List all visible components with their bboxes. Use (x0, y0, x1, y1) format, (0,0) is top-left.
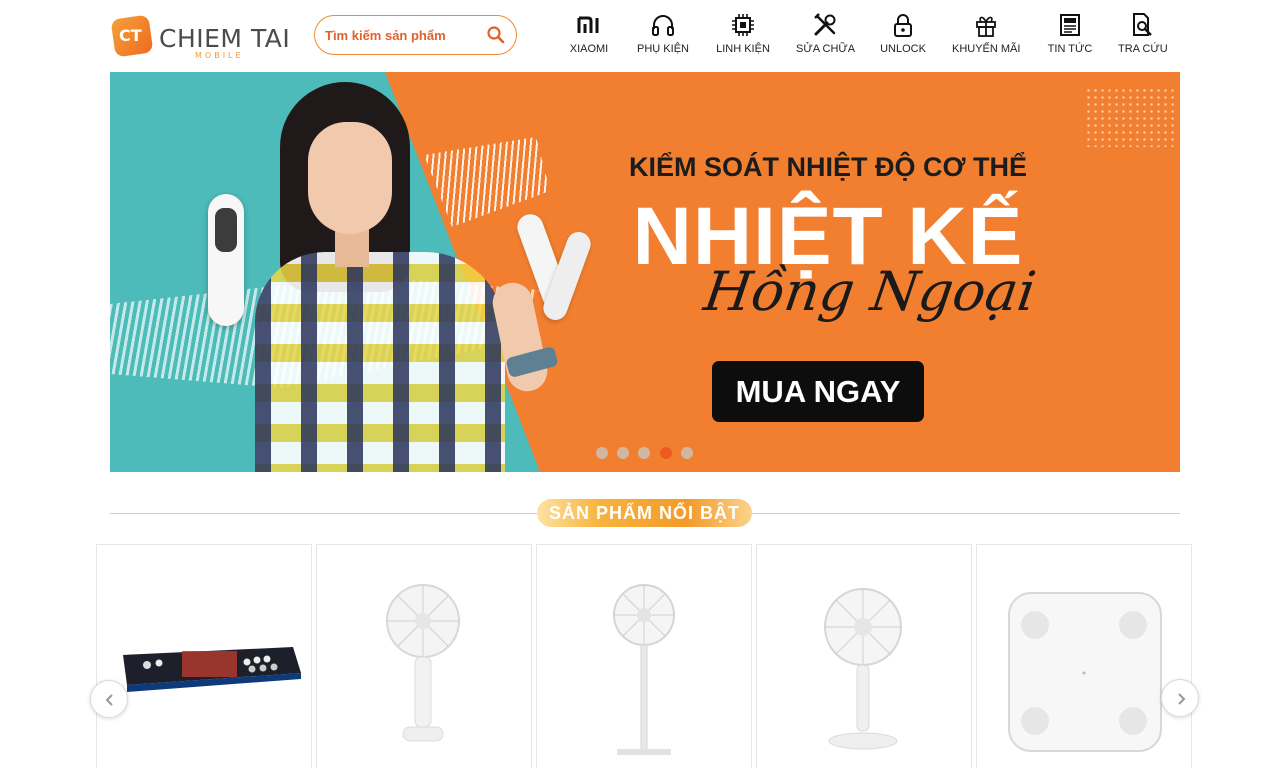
product-card[interactable] (756, 544, 972, 768)
model-face (308, 122, 392, 234)
logo-mark: CT (110, 14, 154, 58)
desk-fan-image (824, 588, 902, 750)
chevron-left-icon (105, 694, 113, 706)
product-card[interactable] (976, 544, 1192, 768)
nav-item-sua-chua[interactable]: SỬA CHỮA (796, 12, 856, 62)
site-header: CT CHIEM TAI MOBILE XIAOMI PHỤ (0, 0, 1280, 72)
carousel-prev-button[interactable] (90, 680, 128, 718)
model-shirt (255, 252, 505, 472)
nav-item-linh-kien[interactable]: LINH KIỆN (714, 12, 772, 62)
section-title: SẢN PHẨM NỔI BẬT (537, 499, 752, 527)
carousel-next-button[interactable] (1161, 679, 1199, 717)
nav-item-xiaomi[interactable]: XIAOMI (568, 12, 610, 62)
slider-dot-1[interactable] (596, 447, 608, 459)
chip-icon (732, 14, 754, 36)
search-icon[interactable] (486, 25, 506, 45)
chevron-right-icon (1178, 693, 1186, 705)
nav-label-khuyen-mai: KHUYẾN MÃI (952, 43, 1021, 55)
arcade-console-image (123, 647, 301, 692)
buy-now-button[interactable]: MUA NGAY (712, 361, 924, 422)
tools-icon (814, 13, 836, 36)
banner-headline: KIỂM SOÁT NHIỆT ĐỘ CƠ THỂ (628, 152, 1028, 182)
thermometer-device-image-2 (513, 210, 595, 324)
product-card[interactable] (536, 544, 752, 768)
product-card[interactable] (96, 544, 312, 768)
search-box (314, 15, 517, 55)
nav-label-sua-chua: SỬA CHỮA (796, 43, 856, 55)
featured-products (96, 544, 1194, 768)
logo-mark-text: CT (118, 26, 142, 46)
nav-label-tra-cuu: TRA CỨU (1118, 43, 1168, 55)
banner-model-image (255, 82, 560, 472)
product-card[interactable] (316, 544, 532, 768)
nav-label-unlock: UNLOCK (880, 43, 926, 55)
gift-icon (976, 16, 996, 37)
standing-fan-image (613, 584, 675, 755)
nav-item-tin-tuc[interactable]: TIN TỨC (1046, 12, 1094, 62)
slider-dot-4[interactable] (660, 447, 672, 459)
slider-dot-5[interactable] (681, 447, 693, 459)
banner-script-title: Hồng Ngoại (700, 260, 1040, 323)
slider-dot-3[interactable] (638, 447, 650, 459)
thermometer-screen (215, 208, 237, 252)
slider-dots (596, 447, 696, 461)
site-logo[interactable]: CT CHIEM TAI MOBILE (110, 14, 291, 61)
smart-scale-image (1008, 592, 1162, 752)
thermometer-device-image (208, 194, 244, 326)
nav-item-khuyen-mai[interactable]: KHUYẾN MÃI (952, 12, 1020, 62)
logo-name: CHIEM TAI (159, 24, 291, 53)
slider-dot-2[interactable] (617, 447, 629, 459)
lock-icon (894, 14, 912, 37)
nav-item-phu-kien[interactable]: PHỤ KIỆN (636, 12, 690, 62)
handheld-fan-image (386, 584, 460, 742)
nav-label-linh-kien: LINH KIỆN (716, 43, 770, 55)
newspaper-icon (1060, 14, 1080, 36)
nav-label-phu-kien: PHỤ KIỆN (637, 43, 689, 55)
nav-label-tin-tuc: TIN TỨC (1047, 43, 1093, 55)
logo-subtitle: MOBILE (195, 51, 244, 60)
hero-banner[interactable]: KIỂM SOÁT NHIỆT ĐỘ CƠ THỂ NHIỆT KẾ Hồng … (110, 72, 1180, 472)
search-input[interactable] (325, 25, 485, 45)
xiaomi-logo-icon (577, 16, 599, 33)
nav-item-unlock[interactable]: UNLOCK (880, 12, 926, 62)
nav-item-tra-cuu[interactable]: TRA CỨU (1118, 12, 1168, 62)
headphones-icon (652, 15, 674, 36)
banner-sparkle (1085, 87, 1175, 147)
document-search-icon (1133, 13, 1152, 36)
nav-label-xiaomi: XIAOMI (569, 43, 609, 55)
